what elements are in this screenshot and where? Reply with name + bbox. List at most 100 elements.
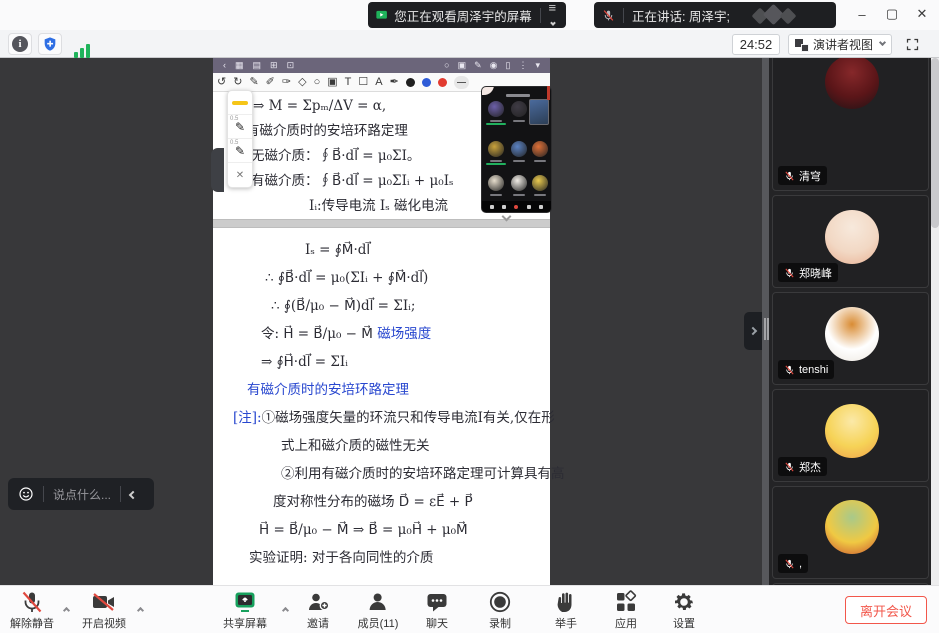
chat-input[interactable]: 说点什么...: [53, 486, 111, 503]
muted-mic-icon: [784, 461, 795, 473]
settings-button[interactable]: 设置: [672, 590, 696, 631]
highlighter-color-swatch[interactable]: [228, 91, 252, 115]
phone-edge-fragment: [547, 86, 550, 100]
record-icon: [488, 590, 512, 614]
search-icon[interactable]: ○: [444, 58, 449, 73]
ink-color-swatch[interactable]: [438, 78, 447, 87]
unmute-button[interactable]: 解除静音: [10, 590, 54, 631]
speaking-banner-text: 正在讲话: 周泽宇;: [632, 6, 730, 25]
ink-color-swatch[interactable]: [406, 78, 415, 87]
divider-grip: [764, 318, 766, 340]
back-icon[interactable]: ‹: [223, 58, 226, 73]
participant-tile[interactable]: ,: [772, 486, 929, 579]
invite-icon: [306, 590, 330, 614]
speaking-banner: 正在讲话: 周泽宇;: [594, 2, 836, 28]
annotate-icon[interactable]: ✎: [474, 58, 482, 73]
phone-avatar: [511, 175, 527, 191]
muted-mic-icon: [784, 558, 795, 570]
participant-tile[interactable]: 郑杰: [772, 389, 929, 482]
start-video-button[interactable]: 开启视频: [82, 590, 126, 631]
chevron-down-icon: [879, 39, 886, 46]
ballpoint-icon[interactable]: ✑: [282, 73, 291, 92]
participant-tile[interactable]: 郑晓峰: [772, 195, 929, 288]
leave-meeting-button[interactable]: 离开会议: [845, 596, 927, 624]
avatar: [825, 500, 879, 554]
meeting-info-button[interactable]: i: [8, 33, 32, 55]
insert-text-icon[interactable]: T: [345, 73, 352, 92]
collapse-chat-button[interactable]: [130, 485, 136, 503]
participant-tile[interactable]: 清穹: [772, 58, 929, 191]
stage-area: ‹▦▤⊞⊡ ○▣✎◉▯⋮▾ ↺↻✎✐✑◇○▣T☐A✒ ⇒ M = Σpₘ/ΔV …: [0, 58, 939, 585]
sidebar-scrollbar[interactable]: [931, 58, 939, 585]
divider: [120, 486, 121, 502]
apps-button[interactable]: 应用: [614, 590, 638, 631]
close-palette-button[interactable]: ✕: [228, 163, 252, 187]
pencil-icon[interactable]: ✎: [249, 73, 258, 92]
invite-button[interactable]: 邀请: [306, 590, 330, 631]
share-screen-button[interactable]: 共享屏幕: [223, 590, 267, 631]
pen-tool-1[interactable]: 0.5 ✎: [228, 115, 252, 139]
minimize-button[interactable]: –: [848, 0, 876, 28]
pen-tool-2[interactable]: 0.5 ✎: [228, 139, 252, 163]
participant-name: 清穹: [799, 168, 821, 184]
muted-mic-icon: [784, 170, 795, 182]
lasso-icon[interactable]: ○: [314, 73, 321, 92]
shapes-icon[interactable]: ☐: [358, 73, 368, 92]
titlebar: 您正在观看周泽宇的屏幕 ≡ 正在讲话: 周泽宇; – ▢ ✕: [0, 0, 939, 30]
raise-hand-icon: [554, 590, 578, 614]
insert-image-icon[interactable]: ▣: [327, 73, 337, 92]
highlighter-icon[interactable]: ✐: [266, 73, 275, 92]
handwriting-line: 实验证明: 对于各向同性的介质: [213, 544, 550, 572]
participant-badge: ,: [778, 554, 808, 573]
maximize-button[interactable]: ▢: [878, 0, 906, 28]
phone-avatar: [488, 141, 504, 157]
add-page-icon[interactable]: ⊞: [270, 58, 278, 73]
info-icon: i: [12, 36, 28, 52]
mic-options-button[interactable]: [64, 600, 69, 618]
note-app-topbar: ‹ ▦ ▤ ⊞ ⊡ ○ ▣ ✎ ◉ ▯ ⋮ ▾: [213, 58, 550, 73]
members-button[interactable]: 成员(11): [358, 590, 399, 631]
share-options-button[interactable]: [283, 600, 288, 618]
page-separator: [213, 219, 550, 228]
ink-color-swatch[interactable]: [422, 78, 431, 87]
camera-options-button[interactable]: [138, 600, 143, 618]
collapse-icon[interactable]: ▾: [535, 58, 540, 73]
banner-menu-button[interactable]: ≡: [549, 0, 558, 30]
duplicate-page-icon[interactable]: ⊡: [287, 58, 295, 73]
fountain-pen-icon[interactable]: ✒: [390, 73, 399, 92]
laser-icon[interactable]: ◉: [490, 58, 498, 73]
emoji-button[interactable]: [18, 486, 34, 502]
record-button[interactable]: 录制: [488, 590, 512, 631]
scrollbar-thumb[interactable]: [931, 58, 939, 228]
chat-quick-bar: 说点什么...: [8, 478, 154, 510]
chat-button[interactable]: 聊天: [425, 590, 449, 631]
view-mode-selector[interactable]: 演讲者视图: [788, 34, 892, 55]
participant-tile[interactable]: tenshi: [772, 292, 929, 385]
fullscreen-button[interactable]: [901, 34, 923, 55]
eraser-icon[interactable]: ◇: [298, 73, 306, 92]
stroke-width-option[interactable]: [454, 76, 469, 89]
undo-icon[interactable]: ↺: [217, 73, 226, 92]
sidebar-expand-handle[interactable]: [744, 312, 762, 350]
avatar: [825, 404, 879, 458]
palette-drawer-tab[interactable]: [211, 148, 224, 192]
phone-meeting-preview: [481, 86, 552, 213]
note-topbar-right-icons: ○ ▣ ✎ ◉ ▯ ⋮ ▾: [444, 58, 540, 73]
muted-camera-icon: [91, 590, 117, 614]
avatar: [825, 307, 879, 361]
fullscreen-icon: [905, 37, 920, 52]
outline-icon[interactable]: ▤: [253, 58, 262, 73]
redo-icon[interactable]: ↻: [233, 73, 242, 92]
security-button[interactable]: [38, 33, 62, 55]
phone-mirror-icon[interactable]: ▯: [506, 58, 511, 73]
grid-view-icon[interactable]: ▦: [235, 58, 244, 73]
template-icon[interactable]: ▣: [458, 58, 467, 73]
more-icon[interactable]: ⋮: [518, 58, 527, 73]
phone-corner: [481, 86, 494, 95]
phone-video-tile: [529, 99, 549, 125]
participant-badge: 郑杰: [778, 457, 827, 476]
raise-hand-button[interactable]: 举手: [554, 590, 578, 631]
divider: [540, 8, 541, 23]
close-button[interactable]: ✕: [908, 0, 936, 28]
text-recognize-icon[interactable]: A: [375, 73, 382, 92]
